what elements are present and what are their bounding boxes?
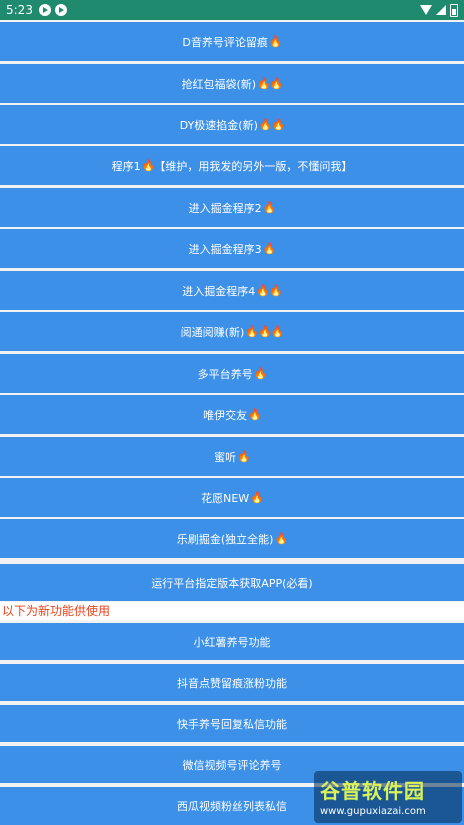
button-leshua[interactable]: 乐刷掘金(独立全能) 🔥 [0,519,464,558]
battery-icon [450,3,458,17]
button-label: 快手养号回复私信功能 [177,717,287,731]
telegram-icon-2 [54,4,67,16]
button-label: 阅通阅赚(新) [180,325,245,339]
fire-icon: 🔥 [237,450,251,463]
button-d-yin-comment[interactable]: D音养号评论留痕 🔥 [0,22,464,61]
button-note: 【维护，用我发的另外一版，不懂问我】 [154,159,353,173]
fire-icon: 🔥🔥 [258,118,285,131]
fire-icon: 🔥 [268,35,283,48]
button-label: 抖音点赞留痕涨粉功能 [177,676,287,690]
fire-icon: 🔥 [274,532,288,545]
fire-icon: 🔥🔥🔥 [245,325,284,338]
watermark-url: www.gupuxiazai.com [320,806,426,817]
button-xiaohongshu[interactable]: 小红薯养号功能 [0,623,464,660]
button-label: 花愿NEW [201,491,250,505]
button-red-packet[interactable]: 抢红包福袋(新) 🔥🔥 [0,64,464,103]
button-label: 抢红包福袋(新) [181,77,257,91]
button-label: 乐刷掘金(独立全能) [176,532,274,546]
fire-icon: 🔥 [141,159,156,172]
button-label: 蜜听 [214,450,237,464]
button-read-earn[interactable]: 阅通阅赚(新) 🔥🔥🔥 [0,312,464,351]
fire-icon: 🔥 [262,242,277,255]
button-program-3[interactable]: 进入掘金程序3 🔥 [0,229,464,268]
status-bar: 5:23 [0,0,464,20]
button-kuaishou[interactable]: 快手养号回复私信功能 [0,705,464,742]
telegram-icon [38,4,51,16]
button-weiyi-dating[interactable]: 唯伊交友 🔥 [0,395,464,434]
wifi-icon [420,5,432,15]
fire-icon: 🔥 [248,408,262,421]
button-label: 进入掘金程序2 [188,201,262,215]
button-get-app[interactable]: 运行平台指定版本获取APP(必看) [0,564,464,601]
button-label: 进入掘金程序3 [188,242,262,256]
fire-icon: 🔥 [253,367,268,380]
button-miting[interactable]: 蜜听 🔥 [0,437,464,476]
button-label: 多平台养号 [197,367,253,381]
status-time: 5:23 [6,3,33,17]
button-label: DY极速掐金(新) [179,118,258,132]
button-label: 微信视频号评论养号 [182,758,282,772]
signal-icon [436,5,446,15]
button-program-4[interactable]: 进入掘金程序4 🔥🔥 [0,271,464,310]
fire-icon: 🔥🔥 [257,77,283,90]
fire-icon: 🔥 [250,491,264,504]
button-program-2[interactable]: 进入掘金程序2 🔥 [0,188,464,227]
button-program-1[interactable]: 程序1 🔥 【维护，用我发的另外一版，不懂问我】 [0,146,464,185]
button-label: 程序1 [111,159,141,173]
button-label: 西瓜视频粉丝列表私信 [177,800,287,813]
watermark-title: 谷普软件园 [320,779,425,803]
button-label: D音养号评论留痕 [182,35,268,49]
button-label: 运行平台指定版本获取APP(必看) [151,576,313,590]
button-label: 进入掘金程序4 [182,284,256,298]
button-huayuan-new[interactable]: 花愿NEW 🔥 [0,478,464,517]
button-douyin-like[interactable]: 抖音点赞留痕涨粉功能 [0,664,464,701]
fire-icon: 🔥 [262,201,277,214]
button-dy-speed[interactable]: DY极速掐金(新) 🔥🔥 [0,105,464,144]
button-multi-platform[interactable]: 多平台养号 🔥 [0,354,464,393]
button-label: 小红薯养号功能 [193,635,271,649]
button-label: 唯伊交友 [203,408,248,422]
new-features-notice: 以下为新功能供使用 [0,602,464,620]
fire-icon: 🔥🔥 [256,284,282,297]
watermark-logo: 谷普软件园 www.gupuxiazai.com [314,771,462,823]
